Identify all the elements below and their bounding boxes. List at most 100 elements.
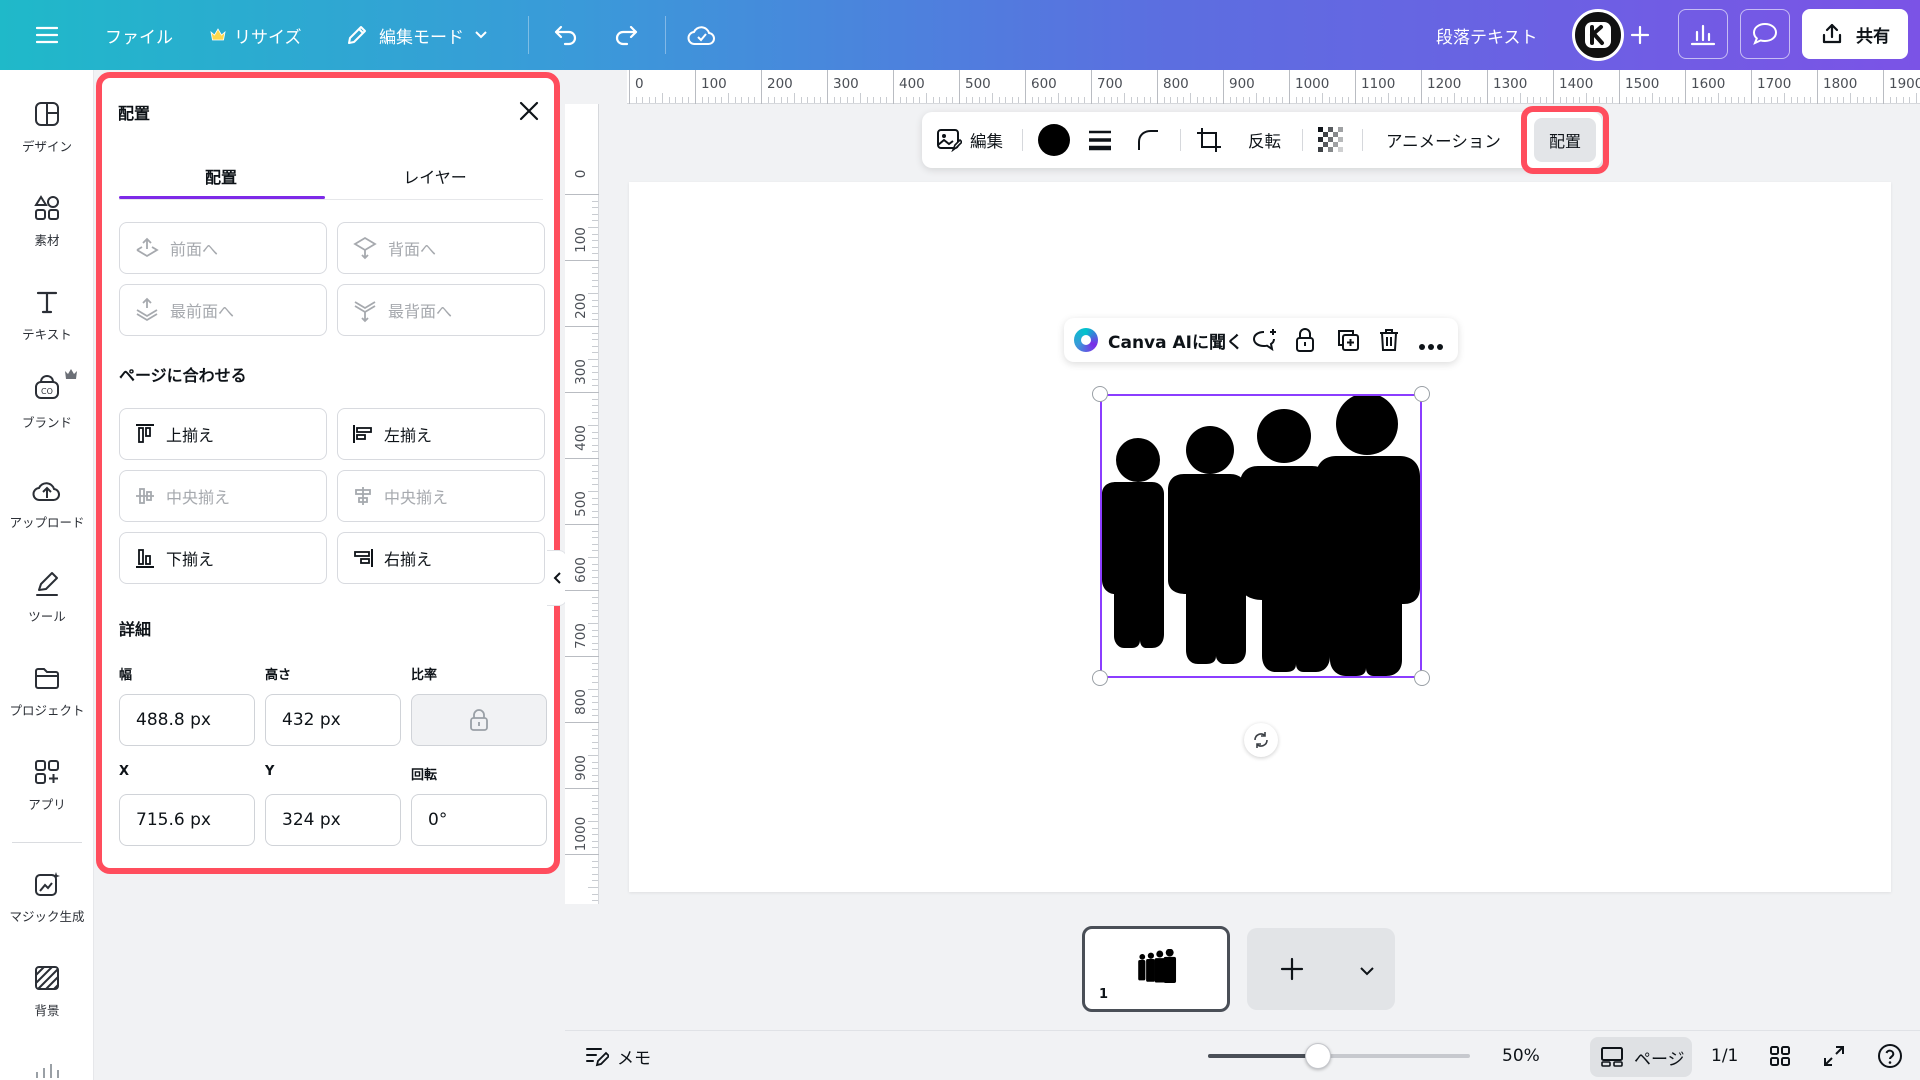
text-icon bbox=[36, 291, 58, 314]
duplicate-icon[interactable] bbox=[1336, 328, 1360, 356]
rail-item-magic[interactable]: マジック生成 bbox=[0, 870, 94, 925]
x-field[interactable]: 715.6 px bbox=[119, 794, 255, 846]
flip-button[interactable]: 反転 bbox=[1248, 112, 1281, 168]
redo-icon[interactable] bbox=[606, 15, 646, 55]
rail-item-tools[interactable]: ツール bbox=[0, 570, 94, 625]
comment-icon[interactable] bbox=[1740, 9, 1790, 59]
rail-item-design[interactable]: デザイン bbox=[0, 100, 94, 155]
edit-label: 編集 bbox=[970, 132, 1003, 151]
position-button[interactable]: 配置 bbox=[1534, 118, 1596, 162]
grid-view-icon[interactable] bbox=[1769, 1031, 1791, 1080]
width-field[interactable]: 488.8 px bbox=[119, 694, 255, 746]
ruler-minor-tick bbox=[681, 97, 683, 103]
bring-to-front-button[interactable]: 最前面へ bbox=[119, 284, 327, 336]
ruler-minor-tick bbox=[592, 510, 598, 512]
align-bottom-button[interactable]: 下揃え bbox=[119, 532, 327, 584]
zoom-slider[interactable] bbox=[1208, 1054, 1470, 1058]
canva-ai-icon[interactable] bbox=[1074, 328, 1098, 352]
rail-item-elements[interactable]: 素材 bbox=[0, 194, 94, 249]
align-right-button[interactable]: 右揃え bbox=[337, 532, 545, 584]
close-icon[interactable] bbox=[518, 100, 544, 126]
resize-handle-top-left[interactable] bbox=[1092, 386, 1108, 402]
ruler-minor-tick bbox=[592, 596, 598, 598]
edit-image-button[interactable]: 編集 bbox=[936, 112, 1003, 168]
page-view-icon bbox=[1601, 1047, 1623, 1067]
border-style-button[interactable] bbox=[1088, 112, 1112, 168]
backward-button[interactable]: 背面へ bbox=[337, 222, 545, 274]
file-menu[interactable]: ファイル bbox=[105, 0, 173, 70]
ruler-minor-tick bbox=[1665, 97, 1667, 103]
document-title[interactable]: 段落テキスト bbox=[1436, 0, 1538, 70]
rail-item-apps[interactable]: アプリ bbox=[0, 758, 94, 813]
ruler-minor-tick bbox=[592, 240, 598, 242]
align-top-button[interactable]: 上揃え bbox=[119, 408, 327, 460]
rotate-handle[interactable] bbox=[1244, 723, 1278, 757]
add-page-icon[interactable] bbox=[1279, 956, 1305, 986]
forward-button[interactable]: 前面へ bbox=[119, 222, 327, 274]
tab-layers[interactable]: レイヤー bbox=[328, 164, 542, 188]
insights-icon[interactable] bbox=[1678, 9, 1728, 59]
page-count[interactable]: 1/1 bbox=[1711, 1031, 1738, 1080]
align-middle-button[interactable]: 中央揃え bbox=[119, 470, 327, 522]
more-apps-icon[interactable] bbox=[34, 1060, 60, 1080]
corner-rounding-button[interactable] bbox=[1136, 112, 1160, 168]
tab-position[interactable]: 配置 bbox=[114, 164, 328, 188]
resize-handle-bottom-left[interactable] bbox=[1092, 670, 1108, 686]
add-collaborator-icon[interactable] bbox=[1620, 15, 1660, 55]
ruler-minor-tick bbox=[592, 444, 598, 446]
share-button[interactable]: 共有 bbox=[1802, 9, 1908, 59]
lock-ratio-button[interactable] bbox=[411, 694, 547, 746]
undo-icon[interactable] bbox=[546, 15, 586, 55]
resize-button[interactable]: リサイズ bbox=[210, 0, 302, 70]
page-thumbnail[interactable]: 1 bbox=[1082, 926, 1230, 1012]
edit-mode-dropdown[interactable]: 編集モード bbox=[345, 0, 488, 70]
align-left-button[interactable]: 左揃え bbox=[337, 408, 545, 460]
tab-divider bbox=[119, 199, 543, 200]
fullscreen-icon[interactable] bbox=[1823, 1031, 1845, 1080]
rotation-field[interactable]: 0° bbox=[411, 794, 547, 846]
help-icon[interactable] bbox=[1877, 1031, 1903, 1080]
chevron-down-icon[interactable] bbox=[1359, 962, 1375, 981]
y-label: Y bbox=[265, 764, 275, 779]
rail-item-projects[interactable]: プロジェクト bbox=[0, 664, 94, 719]
ruler-tick bbox=[565, 590, 599, 591]
ruler-minor-tick bbox=[945, 97, 947, 103]
avatar[interactable] bbox=[1572, 9, 1624, 61]
rail-item-upload[interactable]: アップロード bbox=[0, 476, 94, 531]
y-field[interactable]: 324 px bbox=[265, 794, 401, 846]
lock-icon[interactable] bbox=[1294, 327, 1316, 357]
collapse-panel-button[interactable] bbox=[547, 550, 567, 606]
rail-item-text[interactable]: テキスト bbox=[0, 288, 94, 343]
more-options-icon[interactable] bbox=[1418, 336, 1444, 355]
height-field[interactable]: 432 px bbox=[265, 694, 401, 746]
cloud-saved-icon[interactable] bbox=[682, 15, 722, 55]
resize-handle-top-right[interactable] bbox=[1414, 386, 1430, 402]
page-view-button[interactable]: ページ bbox=[1590, 1037, 1692, 1077]
color-swatch-button[interactable] bbox=[1038, 112, 1070, 168]
zoom-slider-thumb[interactable] bbox=[1305, 1043, 1332, 1069]
x-label: X bbox=[119, 764, 130, 779]
ruler-tick-label: 1500 bbox=[1625, 76, 1660, 92]
ruler-minor-tick bbox=[1823, 97, 1825, 103]
zoom-value[interactable]: 50% bbox=[1502, 1031, 1540, 1080]
ruler-minor-tick bbox=[1876, 97, 1878, 103]
backward-label: 背面へ bbox=[388, 240, 437, 259]
ruler-minor-tick bbox=[592, 794, 598, 796]
ruler-minor-tick bbox=[592, 847, 598, 849]
send-to-back-button[interactable]: 最背面へ bbox=[337, 284, 545, 336]
delete-icon[interactable] bbox=[1378, 328, 1400, 356]
comment-add-icon[interactable] bbox=[1252, 328, 1278, 356]
resize-handle-bottom-right[interactable] bbox=[1414, 670, 1430, 686]
transparency-button[interactable] bbox=[1318, 112, 1344, 168]
ruler-minor-tick bbox=[1170, 97, 1172, 103]
corner-radius-icon bbox=[1138, 130, 1158, 150]
menu-icon[interactable] bbox=[27, 15, 67, 55]
ask-canva-ai-button[interactable]: Canva AIに聞く bbox=[1108, 318, 1243, 362]
align-center-button[interactable]: 中央揃え bbox=[337, 470, 545, 522]
animation-button[interactable]: アニメーション bbox=[1386, 112, 1501, 168]
crop-button[interactable] bbox=[1196, 112, 1222, 168]
rail-item-brand[interactable]: CO ブランド bbox=[0, 368, 94, 431]
rail-item-background[interactable]: 背景 bbox=[0, 964, 94, 1019]
ruler-minor-tick bbox=[588, 491, 598, 492]
notes-button[interactable]: メモ bbox=[585, 1031, 651, 1080]
